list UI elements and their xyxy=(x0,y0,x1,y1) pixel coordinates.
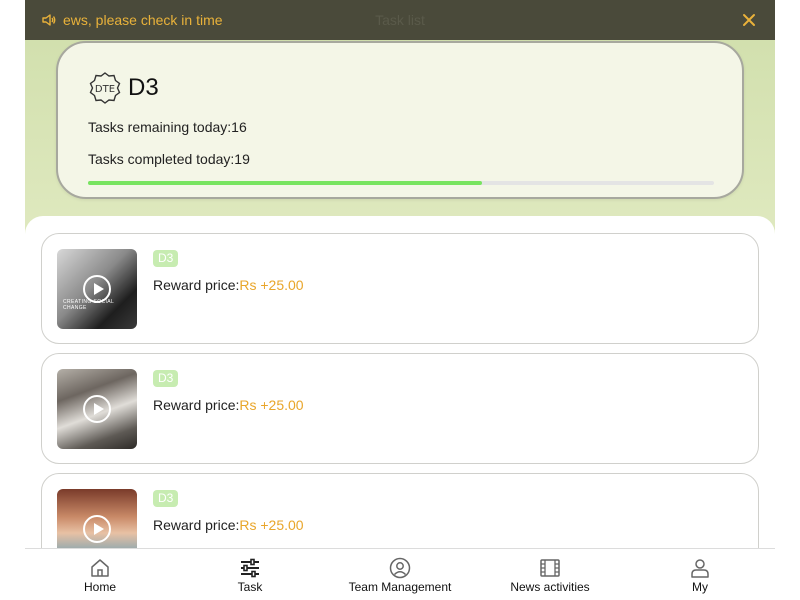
play-icon[interactable] xyxy=(83,395,111,423)
level-tag: D3 xyxy=(153,490,179,507)
tasks-completed-text: Tasks completed today:19 xyxy=(88,151,250,167)
notice-marquee: ews, please check in time xyxy=(63,0,723,40)
film-icon xyxy=(540,559,560,577)
notice-bar: Task list ews, please check in time xyxy=(25,0,775,40)
level-title: D3 xyxy=(128,74,159,101)
play-icon[interactable] xyxy=(83,515,111,543)
reward-value: Rs +25.00 xyxy=(239,397,304,413)
close-icon[interactable] xyxy=(739,10,759,30)
tab-home[interactable]: Home xyxy=(25,549,175,600)
speaker-icon xyxy=(42,14,56,26)
level-tag: D3 xyxy=(153,370,179,387)
tasks-remaining-text: Tasks remaining today:16 xyxy=(88,119,247,135)
reward-value: Rs +25.00 xyxy=(239,517,304,533)
task-card[interactable]: D3 Reward price:Rs +25.00 xyxy=(41,353,759,464)
user-circle-icon xyxy=(389,557,411,579)
reward-value: Rs +25.00 xyxy=(239,277,304,293)
svg-text:DTE: DTE xyxy=(95,84,115,95)
task-card[interactable]: CREATING SOCIAL CHANGE D3 Reward price:R… xyxy=(41,233,759,344)
tab-team-management[interactable]: Team Management xyxy=(325,549,475,600)
task-list: CREATING SOCIAL CHANGE D3 Reward price:R… xyxy=(25,216,775,600)
task-thumbnail[interactable] xyxy=(57,369,137,449)
progress-bar-fill xyxy=(88,181,483,185)
tab-news-activities[interactable]: News activities xyxy=(475,549,625,600)
dte-badge-icon: DTE xyxy=(89,72,121,104)
reward-label: Reward price: xyxy=(153,517,240,533)
reward-price: Reward price:Rs +25.00 xyxy=(153,277,304,293)
task-summary-card: DTE D3 Tasks remaining today:16 Tasks co… xyxy=(56,41,744,199)
person-icon xyxy=(691,559,709,578)
reward-label: Reward price: xyxy=(153,397,240,413)
task-thumbnail[interactable]: CREATING SOCIAL CHANGE xyxy=(57,249,137,329)
reward-price: Reward price:Rs +25.00 xyxy=(153,397,304,413)
play-icon[interactable] xyxy=(83,275,111,303)
tab-my[interactable]: My xyxy=(625,549,775,600)
tab-label: News activities xyxy=(510,580,590,594)
level-tag: D3 xyxy=(153,250,179,267)
sliders-icon xyxy=(241,558,259,578)
tab-label: Team Management xyxy=(348,580,452,594)
bottom-tab-bar: Home Task Team Management News activitie… xyxy=(25,548,775,600)
notice-text: ews, please check in time xyxy=(63,12,223,28)
tab-label: Task xyxy=(237,580,263,594)
app-root: Task list ews, please check in time DTE … xyxy=(25,0,775,600)
reward-price: Reward price:Rs +25.00 xyxy=(153,517,304,533)
progress-bar xyxy=(88,181,714,185)
tab-label: Home xyxy=(83,580,116,594)
tab-label: My xyxy=(692,580,708,594)
tab-task[interactable]: Task xyxy=(175,549,325,600)
reward-label: Reward price: xyxy=(153,277,240,293)
home-icon xyxy=(91,559,109,577)
